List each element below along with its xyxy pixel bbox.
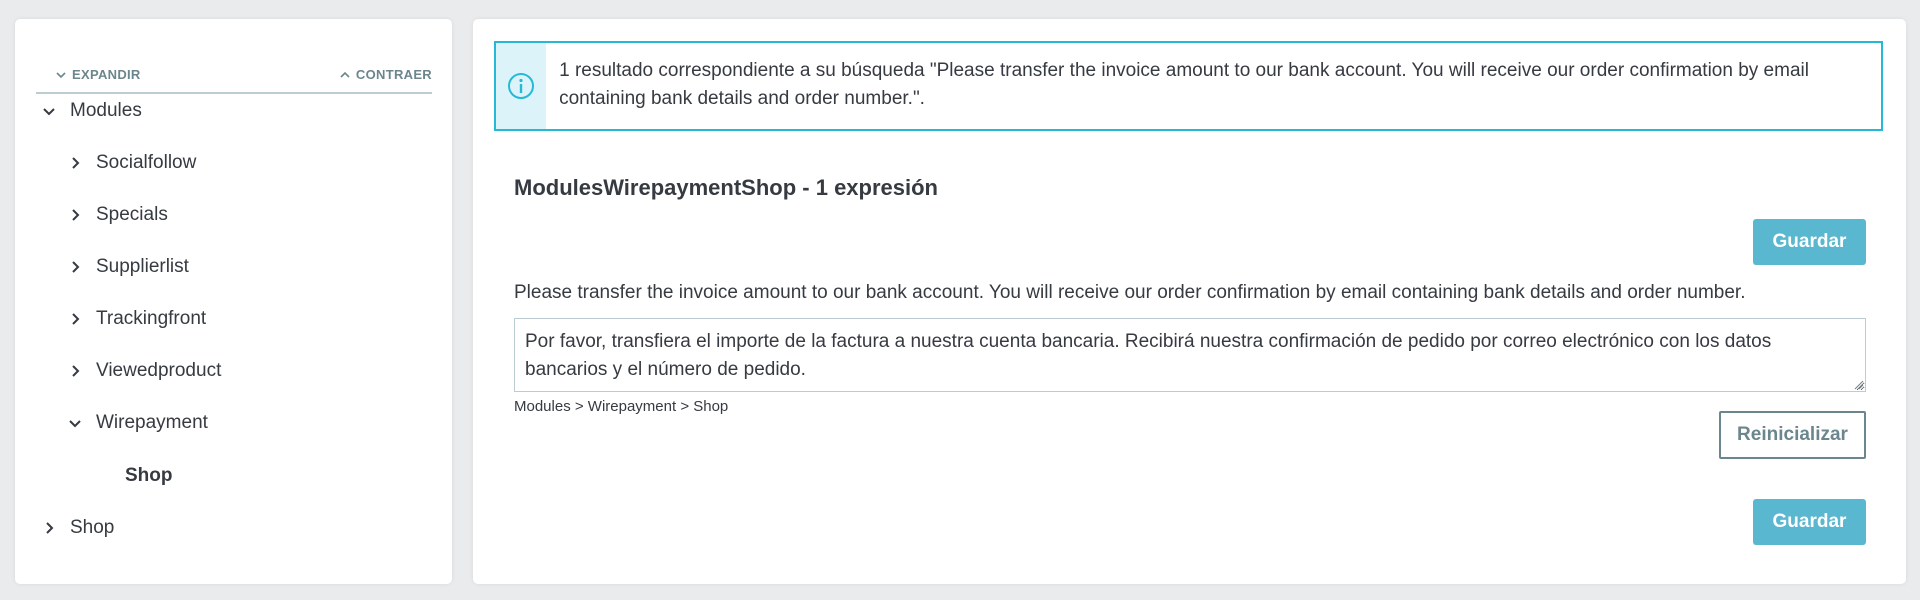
translation-editor-panel: 1 resultado correspondiente a su búsqued… <box>473 19 1906 584</box>
tree-item-label: Shop <box>70 517 115 538</box>
tree-item-label: Modules <box>70 100 142 121</box>
save-button-top[interactable]: Guardar <box>1753 219 1866 265</box>
tree-item-label: Socialfollow <box>96 152 197 173</box>
chevron-down-icon <box>69 420 81 428</box>
translation-textarea[interactable]: Por favor, transfiera el importe de la f… <box>514 318 1866 392</box>
reset-button[interactable]: Reinicializar <box>1719 411 1866 459</box>
chevron-down-icon <box>43 108 55 116</box>
search-result-alert: 1 resultado correspondiente a su búsqued… <box>494 41 1883 131</box>
alert-icon-box <box>496 43 547 129</box>
save-button-bottom[interactable]: Guardar <box>1753 499 1866 545</box>
tree-item-label: Viewedproduct <box>96 360 222 381</box>
tree-item-socialfollow[interactable]: Socialfollow <box>68 148 196 178</box>
tree-item-wirepayment[interactable]: Wirepayment <box>68 408 208 438</box>
tree-item-label: Supplierlist <box>96 256 189 277</box>
section-title: ModulesWirepaymentShop - 1 expresión <box>514 175 938 200</box>
source-expression: Please transfer the invoice amount to ou… <box>514 282 1746 303</box>
chevron-up-icon <box>340 71 350 78</box>
chevron-right-icon <box>72 157 80 169</box>
translation-tree-panel: EXPANDIR CONTRAER Modules Socialfollow S… <box>15 19 452 584</box>
chevron-down-icon <box>56 71 66 78</box>
tree-controls: EXPANDIR CONTRAER <box>36 49 432 94</box>
chevron-right-icon <box>72 365 80 377</box>
collapse-all-label: CONTRAER <box>355 67 432 82</box>
chevron-right-icon <box>72 209 80 221</box>
tree-item-supplierlist[interactable]: Supplierlist <box>68 252 189 282</box>
resize-handle-icon[interactable] <box>1854 380 1864 390</box>
tree-item-modules[interactable]: Modules <box>42 96 142 126</box>
chevron-right-icon <box>72 313 80 325</box>
chevron-right-icon <box>46 522 54 534</box>
tree-item-wirepayment-shop[interactable]: Shop <box>125 461 173 491</box>
tree-item-label: Specials <box>96 204 168 225</box>
alert-message: 1 resultado correspondiente a su búsqued… <box>559 60 1809 109</box>
collapse-all-button[interactable]: CONTRAER <box>340 67 432 82</box>
chevron-right-icon <box>72 261 80 273</box>
info-icon <box>508 73 535 99</box>
expand-all-label: EXPANDIR <box>72 67 141 82</box>
tree-item-label: Shop <box>125 465 173 486</box>
expand-all-button[interactable]: EXPANDIR <box>56 67 141 82</box>
tree-item-shop[interactable]: Shop <box>42 513 114 543</box>
tree-item-specials[interactable]: Specials <box>68 200 168 230</box>
tree-item-trackingfront[interactable]: Trackingfront <box>68 304 206 334</box>
tree-item-label: Wirepayment <box>96 412 208 433</box>
breadcrumb: Modules > Wirepayment > Shop <box>514 398 729 415</box>
tree-item-viewedproduct[interactable]: Viewedproduct <box>68 356 221 386</box>
tree-item-label: Trackingfront <box>96 308 207 329</box>
